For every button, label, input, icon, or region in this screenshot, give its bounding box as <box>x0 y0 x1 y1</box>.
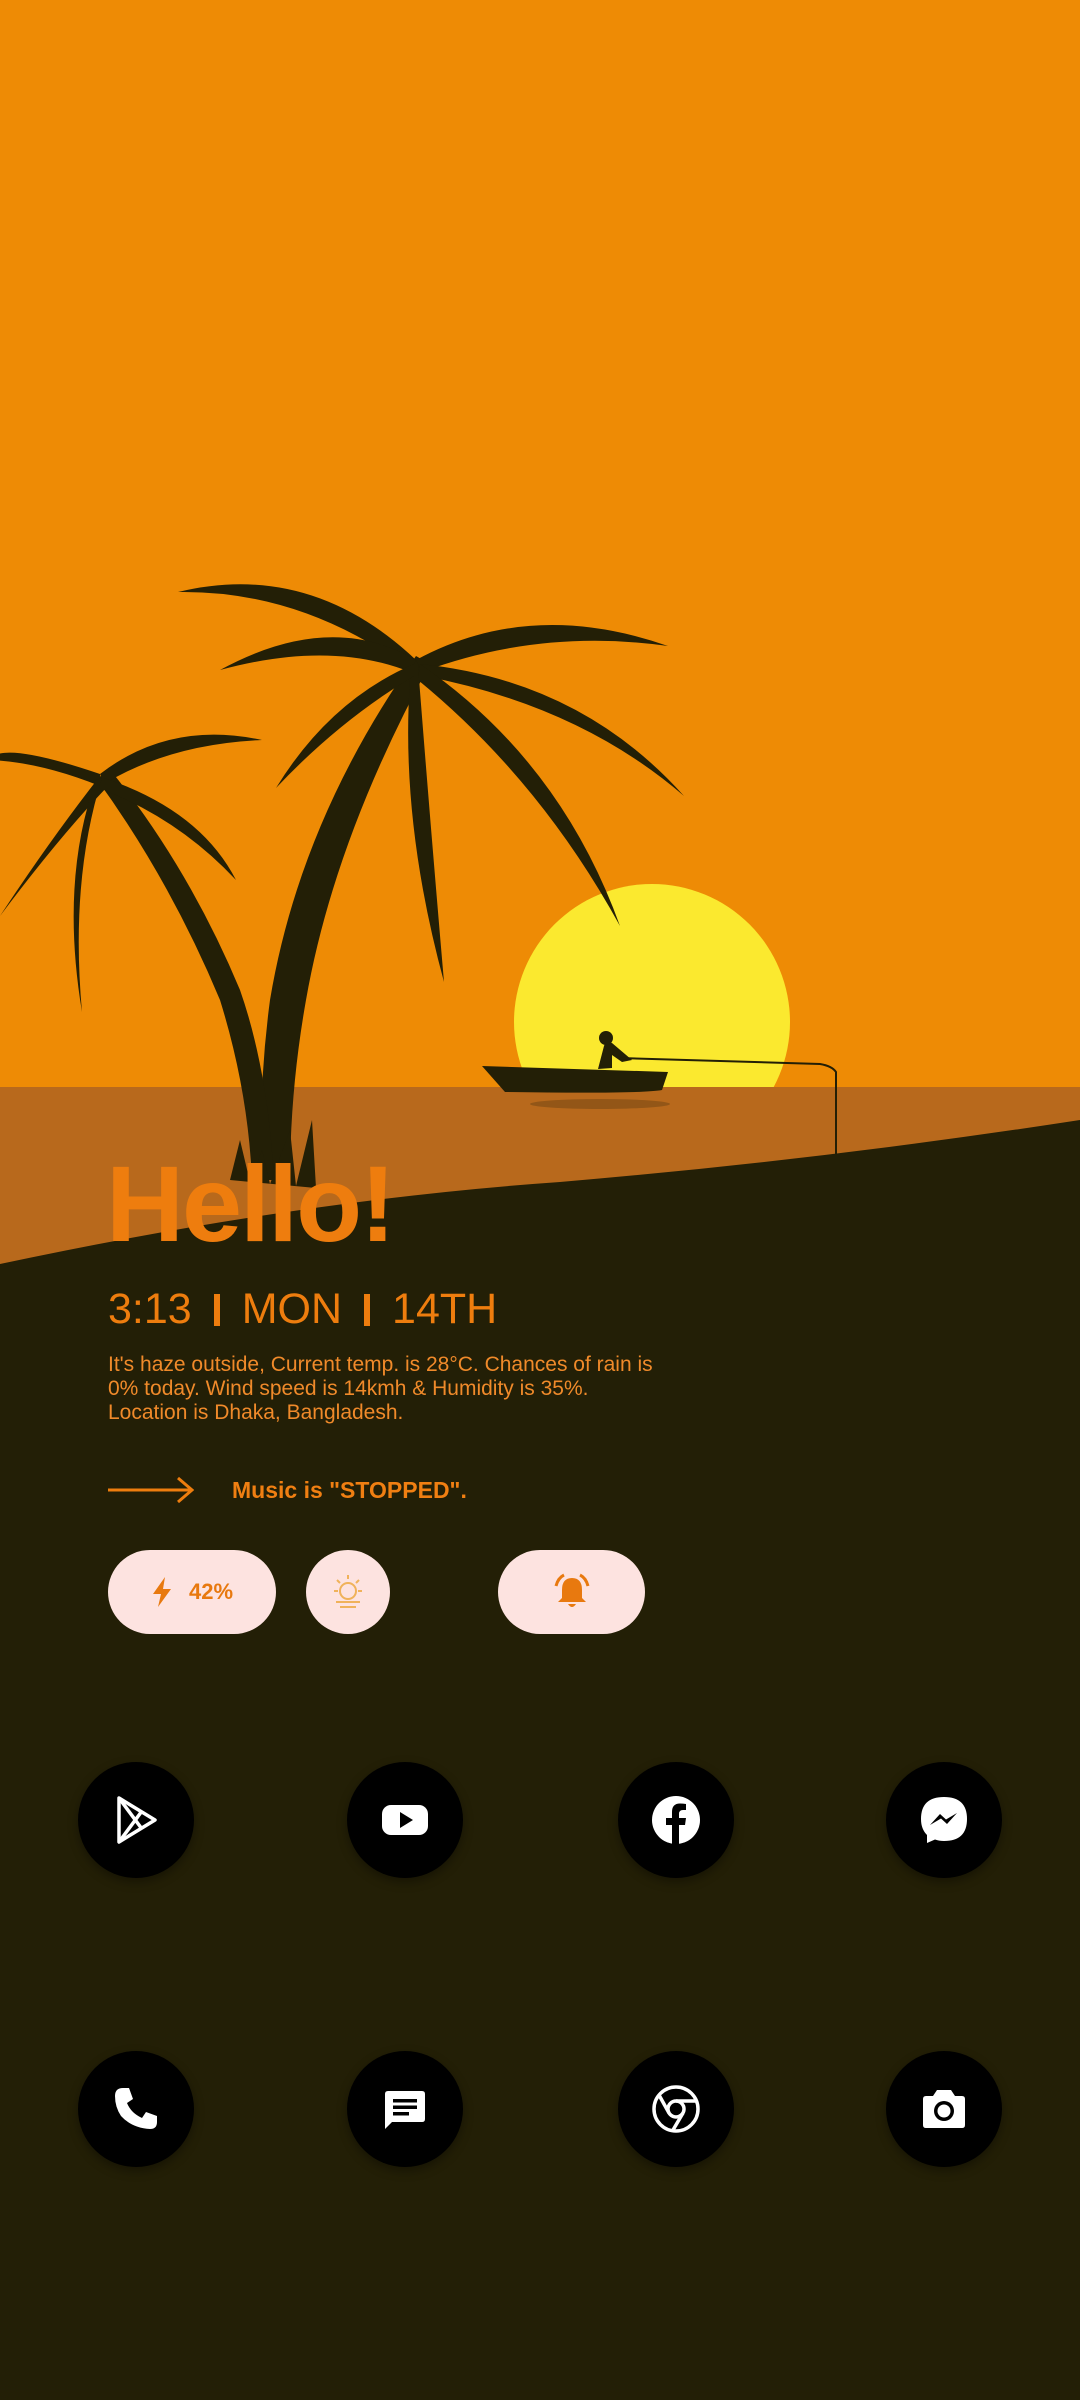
app-facebook[interactable] <box>618 1762 734 1878</box>
clock-day: MON <box>241 1285 343 1333</box>
facebook-icon <box>652 1796 700 1844</box>
clock-time: 3:13 <box>108 1285 192 1333</box>
app-messages[interactable] <box>347 2051 463 2167</box>
greeting: Hello! <box>106 1143 396 1264</box>
youtube-icon <box>382 1805 428 1835</box>
music-prefix: Music is <box>232 1476 330 1503</box>
arrow-right-icon <box>108 1476 194 1504</box>
weather-widget[interactable] <box>306 1550 390 1634</box>
alarm-widget[interactable] <box>498 1550 645 1634</box>
lightning-icon <box>152 1577 171 1607</box>
play-store-icon <box>117 1796 157 1844</box>
separator <box>213 1293 220 1326</box>
sky <box>0 0 1080 1088</box>
app-camera[interactable] <box>886 2051 1002 2167</box>
camera-icon <box>923 2090 965 2128</box>
music-text: Music is "STOPPED". <box>232 1477 467 1504</box>
app-messenger[interactable] <box>886 1762 1002 1878</box>
music-status-value: "STOPPED". <box>329 1476 467 1503</box>
battery-widget[interactable]: 42% <box>108 1550 276 1634</box>
messenger-icon <box>921 1797 967 1843</box>
app-youtube[interactable] <box>347 1762 463 1878</box>
date-time[interactable]: 3:13 MON 14TH <box>108 1288 497 1331</box>
sun-haze-icon <box>334 1575 362 1608</box>
weather-summary: It's haze outside, Current temp. is 28°C… <box>108 1353 653 1424</box>
phone-icon <box>115 2088 157 2129</box>
app-phone[interactable] <box>78 2051 194 2167</box>
alarm-bell-icon <box>554 1573 589 1607</box>
messages-icon <box>385 2091 425 2129</box>
app-play-store[interactable] <box>78 1762 194 1878</box>
separator <box>364 1293 371 1326</box>
clock-date: 14TH <box>392 1285 498 1333</box>
battery-level: 42% <box>188 1579 234 1604</box>
app-chrome[interactable] <box>618 2051 734 2167</box>
chrome-icon <box>652 2085 700 2133</box>
music-status[interactable]: Music is "STOPPED". <box>108 1470 467 1510</box>
